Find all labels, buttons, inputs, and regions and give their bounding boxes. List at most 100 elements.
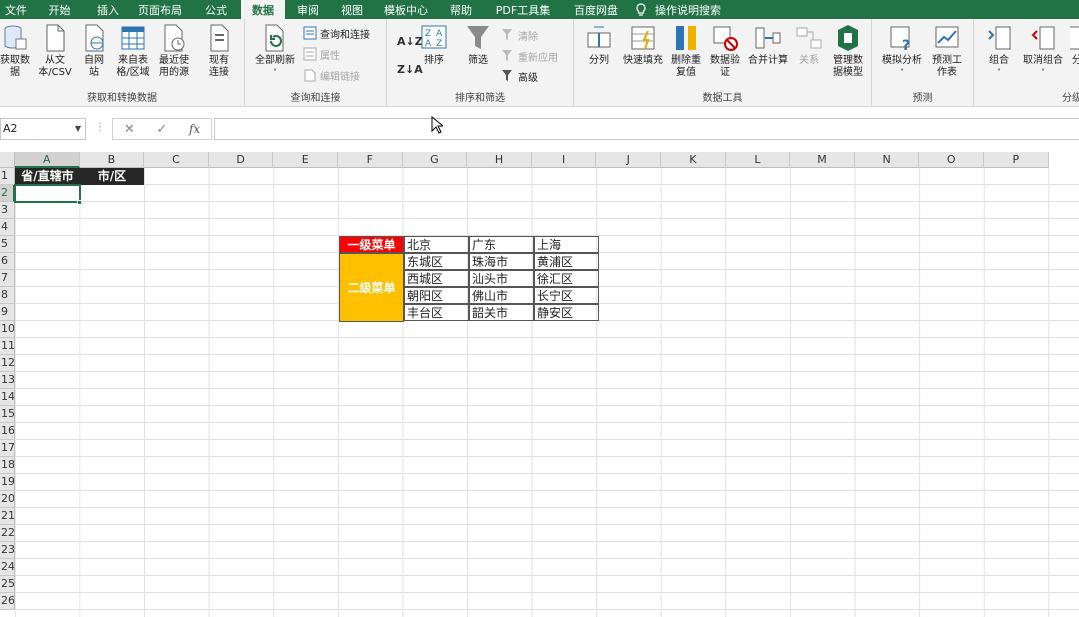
- district-cell[interactable]: 东城区: [404, 253, 469, 270]
- row-header-25[interactable]: 25: [0, 576, 15, 593]
- district-cell[interactable]: 静安区: [534, 304, 599, 321]
- column-header-e[interactable]: E: [273, 152, 338, 168]
- column-header-f[interactable]: F: [338, 152, 403, 168]
- column-header-p[interactable]: P: [984, 152, 1049, 168]
- from-web-button[interactable]: 自网站: [78, 23, 110, 79]
- menu-level2-label[interactable]: 二级菜单: [339, 253, 404, 322]
- tab-data[interactable]: 数据: [241, 0, 285, 19]
- ungroup-button[interactable]: 取消组合 ˅: [1018, 23, 1068, 79]
- tab-view[interactable]: 视图: [331, 0, 373, 19]
- name-box-dropdown-icon[interactable]: ▼: [75, 119, 81, 139]
- row-header-8[interactable]: 8: [0, 287, 15, 304]
- tab-file[interactable]: 文件: [0, 0, 32, 19]
- consolidate-button[interactable]: 合并计算: [746, 23, 790, 67]
- text-to-columns-button[interactable]: 分列: [584, 23, 614, 67]
- clear-filter-button[interactable]: 清除: [501, 27, 538, 43]
- what-if-analysis-button[interactable]: ? 模拟分析 ˅: [878, 23, 926, 79]
- column-header-o[interactable]: O: [919, 152, 984, 168]
- tab-baidu-netdisk[interactable]: 百度网盘: [563, 0, 629, 19]
- column-header-d[interactable]: D: [208, 152, 274, 168]
- district-cell[interactable]: 韶关市: [469, 304, 534, 321]
- menu-level1-label[interactable]: 一级菜单: [339, 236, 404, 253]
- from-text-csv-button[interactable]: 从文本/CSV: [36, 23, 74, 79]
- row-header-4[interactable]: 4: [0, 219, 15, 236]
- district-cell[interactable]: 西城区: [404, 270, 469, 287]
- row-header-19[interactable]: 19: [0, 474, 15, 491]
- sort-button[interactable]: ZAAZ 排序: [419, 23, 449, 67]
- row-header-18[interactable]: 18: [0, 457, 15, 474]
- row-header-12[interactable]: 12: [0, 355, 15, 372]
- row-header-5[interactable]: 5: [0, 236, 15, 253]
- province-cell[interactable]: 上海: [534, 236, 599, 253]
- existing-connections-button[interactable]: 现有连接: [204, 23, 234, 79]
- column-header-c[interactable]: C: [144, 152, 209, 168]
- tab-review[interactable]: 审阅: [285, 0, 331, 19]
- name-box[interactable]: A2 ▼: [0, 118, 86, 140]
- column-header-h[interactable]: H: [467, 152, 532, 168]
- row-header-3[interactable]: 3: [0, 202, 15, 219]
- formula-bar-splitter[interactable]: ⋮: [95, 122, 105, 133]
- province-cell[interactable]: 北京: [404, 236, 469, 253]
- tab-pdf-tools[interactable]: PDF工具集: [483, 0, 563, 19]
- tab-page-layout[interactable]: 页面布局: [129, 0, 191, 19]
- row-header-16[interactable]: 16: [0, 423, 15, 440]
- row-header-22[interactable]: 22: [0, 525, 15, 542]
- tab-formulas[interactable]: 公式: [191, 0, 241, 19]
- column-header-m[interactable]: M: [790, 152, 855, 168]
- tab-insert[interactable]: 插入: [87, 0, 129, 19]
- row-header-13[interactable]: 13: [0, 372, 15, 389]
- tab-template-center[interactable]: 模板中心: [373, 0, 439, 19]
- edit-links-button[interactable]: 编辑链接: [303, 67, 360, 83]
- select-all-corner[interactable]: [0, 152, 15, 168]
- column-header-k[interactable]: K: [661, 152, 726, 168]
- district-cell[interactable]: 徐汇区: [534, 270, 599, 287]
- forecast-sheet-button[interactable]: 预测工作表: [930, 23, 964, 79]
- district-cell[interactable]: 黄浦区: [534, 253, 599, 270]
- advanced-filter-button[interactable]: 高级: [501, 68, 538, 84]
- tab-help[interactable]: 帮助: [439, 0, 483, 19]
- subtotal-button[interactable]: 分: [1070, 23, 1079, 67]
- fill-handle[interactable]: [77, 200, 82, 205]
- row-header-6[interactable]: 6: [0, 253, 15, 270]
- tab-home[interactable]: 开始: [32, 0, 87, 19]
- queries-connections-button[interactable]: 查询和连接: [303, 25, 370, 41]
- row-header-26[interactable]: 26: [0, 593, 15, 610]
- column-header-i[interactable]: I: [531, 152, 597, 168]
- recent-sources-button[interactable]: 最近使用的源: [155, 23, 193, 79]
- province-cell[interactable]: 广东: [469, 236, 534, 253]
- cancel-entry-icon[interactable]: ✕: [124, 122, 135, 137]
- row-header-7[interactable]: 7: [0, 270, 15, 287]
- tell-me-search[interactable]: 操作说明搜索: [629, 0, 739, 19]
- row-header-9[interactable]: 9: [0, 304, 15, 321]
- row-header-2[interactable]: 2: [0, 185, 15, 202]
- district-cell[interactable]: 丰台区: [404, 304, 469, 321]
- row-header-24[interactable]: 24: [0, 559, 15, 576]
- district-cell[interactable]: 长宁区: [534, 287, 599, 304]
- refresh-all-button[interactable]: 全部刷新 ˅: [251, 23, 299, 79]
- district-cell[interactable]: 佛山市: [469, 287, 534, 304]
- column-header-j[interactable]: J: [596, 152, 661, 168]
- worksheet-grid[interactable]: ABCDEFGHIJKLMNOP 1 2 3 4 5 6 7 8 9 10 11 12 13 14 15 16…: [0, 152, 1079, 617]
- row-header-15[interactable]: 15: [0, 406, 15, 423]
- manage-data-model-button[interactable]: 管理数据模型: [828, 23, 868, 79]
- row-header-20[interactable]: 20: [0, 491, 15, 508]
- row-header-14[interactable]: 14: [0, 389, 15, 406]
- district-cell[interactable]: 朝阳区: [404, 287, 469, 304]
- column-header-l[interactable]: L: [725, 152, 791, 168]
- filter-button[interactable]: 筛选: [463, 23, 493, 67]
- row-header-23[interactable]: 23: [0, 542, 15, 559]
- row-header-21[interactable]: 21: [0, 508, 15, 525]
- column-header-b[interactable]: B: [79, 152, 145, 168]
- group-rows-button[interactable]: 组合 ˅: [982, 23, 1016, 79]
- row-header-11[interactable]: 11: [0, 338, 15, 355]
- district-cell[interactable]: 珠海市: [469, 253, 534, 270]
- properties-button[interactable]: 属性: [303, 46, 340, 62]
- remove-duplicates-button[interactable]: 删除重复值: [670, 23, 702, 79]
- get-data-button[interactable]: 获取数据: [0, 23, 34, 79]
- reapply-button[interactable]: 重新应用: [501, 48, 558, 64]
- cell-b1[interactable]: 市/区: [80, 168, 144, 185]
- district-cell[interactable]: 汕头市: [469, 270, 534, 287]
- column-header-a[interactable]: A: [15, 152, 80, 168]
- active-cell-a2[interactable]: [14, 184, 81, 203]
- cell-a1[interactable]: 省/直辖市: [15, 168, 80, 185]
